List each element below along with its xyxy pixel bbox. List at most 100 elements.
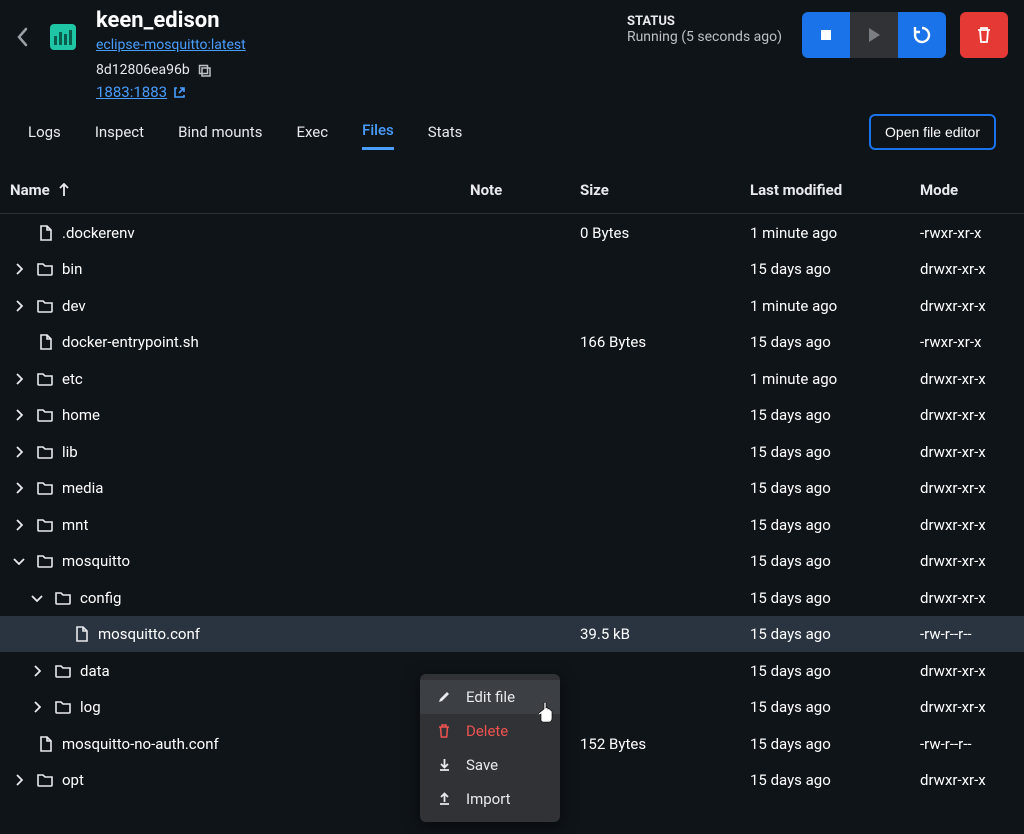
chevron-right-icon[interactable]: [10, 373, 28, 385]
file-name: media: [62, 479, 103, 497]
chevron-down-icon[interactable]: [10, 557, 28, 565]
menu-import[interactable]: Import: [420, 782, 560, 816]
chevron-right-icon[interactable]: [10, 300, 28, 312]
table-row[interactable]: media15 days agodrwxr-xr-x: [0, 470, 1024, 507]
table-row[interactable]: bin 15 days agodrwxr-xr-x: [0, 251, 1024, 288]
chevron-right-icon[interactable]: [28, 701, 46, 713]
file-mode: drwxr-xr-x: [920, 443, 1024, 461]
file-modified: 1 minute ago: [750, 297, 920, 315]
file-mode: drwxr-xr-x: [920, 662, 1024, 680]
table-row[interactable]: config15 days agodrwxr-xr-x: [0, 579, 1024, 616]
port-link[interactable]: 1883:1883: [96, 83, 186, 101]
container-icon: [50, 24, 76, 50]
status-text: Running (5 seconds ago): [627, 29, 782, 45]
file-mode: drwxr-xr-x: [920, 370, 1024, 388]
image-link[interactable]: eclipse-mosquitto:latest: [96, 37, 246, 53]
table-row[interactable]: dev1 minute agodrwxr-xr-x: [0, 287, 1024, 324]
file-mode: drwxr-xr-x: [920, 479, 1024, 497]
file-name: config: [80, 589, 121, 607]
file-name: bin: [62, 260, 82, 278]
file-mode: -rwxr-xr-x: [920, 224, 1024, 242]
download-icon: [436, 758, 452, 772]
file-mode: -rwxr-xr-x: [920, 333, 1024, 351]
file-icon: [36, 225, 54, 241]
tab-bind-mounts[interactable]: Bind mounts: [178, 115, 262, 149]
tab-exec[interactable]: Exec: [296, 115, 328, 149]
copy-icon[interactable]: [198, 64, 212, 78]
column-modified[interactable]: Last modified: [750, 181, 920, 199]
pencil-icon: [436, 690, 452, 704]
file-name: mosquitto-no-auth.conf: [62, 735, 219, 753]
file-name: mnt: [62, 516, 88, 534]
menu-save[interactable]: Save: [420, 748, 560, 782]
folder-icon: [36, 554, 54, 568]
table-row[interactable]: mosquitto.conf39.5 kB15 days ago-rw-r--r…: [0, 616, 1024, 653]
tab-stats[interactable]: Stats: [428, 115, 463, 149]
folder-icon: [36, 262, 54, 276]
chevron-right-icon[interactable]: [10, 774, 28, 786]
external-link-icon: [173, 86, 186, 99]
file-mode: drwxr-xr-x: [920, 552, 1024, 570]
file-modified: 15 days ago: [750, 735, 920, 753]
file-name: mosquitto.conf: [98, 625, 200, 643]
table-row[interactable]: mnt 15 days agodrwxr-xr-x: [0, 506, 1024, 543]
chevron-down-icon[interactable]: [28, 594, 46, 602]
folder-icon: [36, 773, 54, 787]
folder-icon: [54, 591, 72, 605]
file-size: 152 Bytes: [580, 735, 750, 753]
file-size: 39.5 kB: [580, 625, 750, 643]
open-file-editor-button[interactable]: Open file editor: [869, 114, 996, 150]
file-name: opt: [62, 771, 84, 789]
sort-asc-icon[interactable]: [58, 183, 70, 197]
table-row[interactable]: docker-entrypoint.sh 166 Bytes15 days ago…: [0, 324, 1024, 361]
file-mode: drwxr-xr-x: [920, 771, 1024, 789]
file-name: home: [62, 406, 100, 424]
chevron-right-icon[interactable]: [10, 263, 28, 275]
file-modified: 15 days ago: [750, 443, 920, 461]
folder-icon: [36, 518, 54, 532]
file-name: etc: [62, 370, 83, 388]
file-modified: 15 days ago: [750, 516, 920, 534]
column-mode[interactable]: Mode: [920, 181, 1024, 199]
column-note[interactable]: Note: [470, 181, 580, 199]
file-modified: 15 days ago: [750, 662, 920, 680]
file-mode: drwxr-xr-x: [920, 260, 1024, 278]
stop-button[interactable]: [802, 12, 850, 58]
column-name[interactable]: Name: [10, 181, 50, 199]
table-row[interactable]: home15 days agodrwxr-xr-x: [0, 397, 1024, 434]
file-name: lib: [62, 443, 78, 461]
chevron-right-icon[interactable]: [10, 482, 28, 494]
restart-button[interactable]: [898, 12, 946, 58]
tab-files[interactable]: Files: [362, 113, 394, 150]
tab-logs[interactable]: Logs: [28, 115, 61, 149]
file-mode: drwxr-xr-x: [920, 516, 1024, 534]
table-row[interactable]: mosquitto15 days agodrwxr-xr-x: [0, 543, 1024, 580]
context-menu: Edit file Delete Save Import: [420, 674, 560, 822]
folder-icon: [36, 299, 54, 313]
table-row[interactable]: lib 15 days agodrwxr-xr-x: [0, 433, 1024, 470]
file-name: data: [80, 662, 110, 680]
container-title: keen_edison: [96, 8, 627, 33]
delete-button[interactable]: [960, 12, 1008, 58]
folder-icon: [36, 481, 54, 495]
file-icon: [72, 626, 90, 642]
file-modified: 15 days ago: [750, 260, 920, 278]
table-row[interactable]: etc 1 minute agodrwxr-xr-x: [0, 360, 1024, 397]
file-modified: 1 minute ago: [750, 370, 920, 388]
chevron-right-icon[interactable]: [10, 409, 28, 421]
chevron-right-icon[interactable]: [28, 665, 46, 677]
file-size: 166 Bytes: [580, 333, 750, 351]
trash-icon: [436, 724, 452, 738]
file-size: 0 Bytes: [580, 224, 750, 242]
column-size[interactable]: Size: [580, 181, 750, 199]
chevron-right-icon[interactable]: [10, 519, 28, 531]
table-row[interactable]: .dockerenv0 Bytes1 minute ago-rwxr-xr-x: [0, 214, 1024, 251]
file-modified: 15 days ago: [750, 333, 920, 351]
file-name: docker-entrypoint.sh: [62, 333, 199, 351]
chevron-right-icon[interactable]: [10, 446, 28, 458]
tab-inspect[interactable]: Inspect: [95, 115, 144, 149]
folder-icon: [36, 445, 54, 459]
file-mode: drwxr-xr-x: [920, 698, 1024, 716]
start-button[interactable]: [850, 12, 898, 58]
back-button[interactable]: [16, 26, 30, 48]
